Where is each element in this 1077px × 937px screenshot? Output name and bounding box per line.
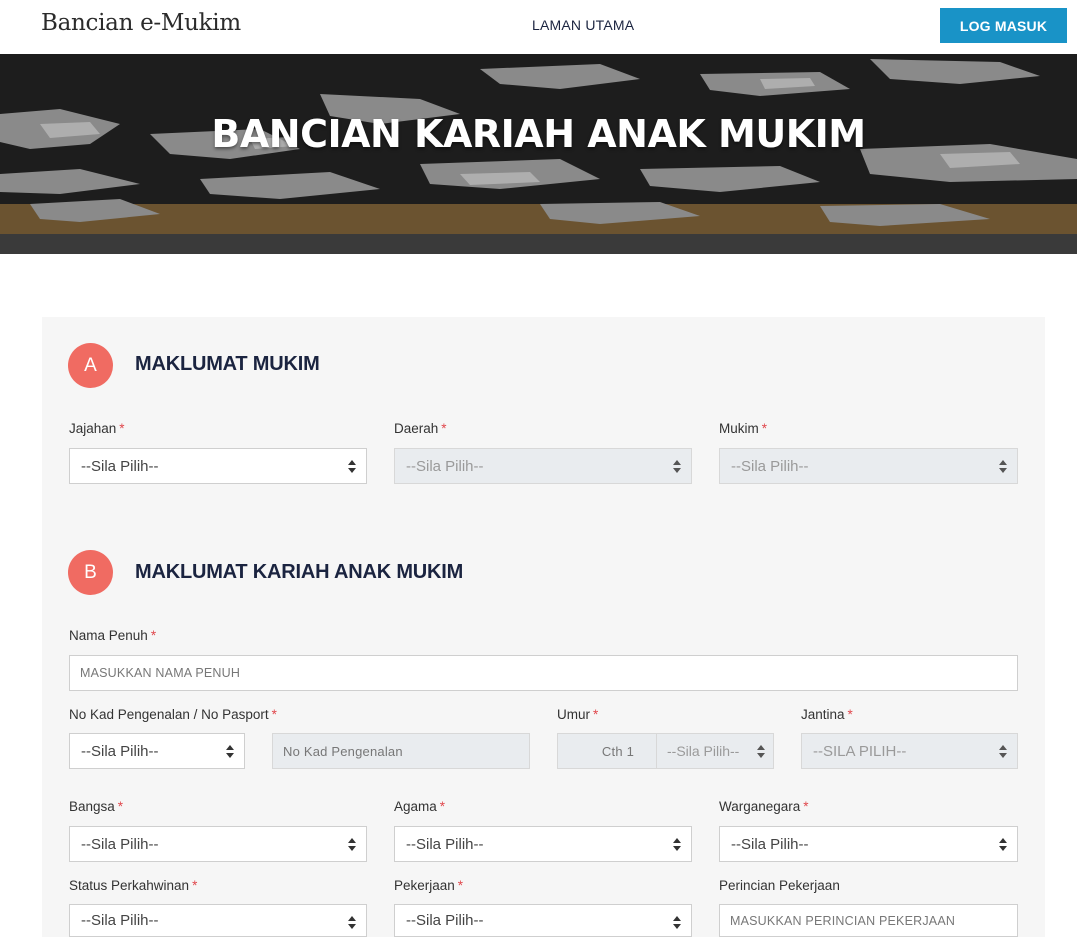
jajahan-value: --Sila Pilih-- (81, 457, 159, 475)
required-mark: * (150, 628, 157, 643)
umur-unit-select[interactable]: --Sila Pilih-- (656, 733, 774, 769)
nama-penuh-label: Nama Penuh * (69, 628, 157, 643)
required-mark: * (593, 707, 599, 722)
required-mark: * (761, 421, 768, 436)
warganegara-value: --Sila Pilih-- (731, 835, 809, 853)
agama-select[interactable]: --Sila Pilih-- (394, 826, 692, 862)
hero-title: BANCIAN KARIAH ANAK MUKIM (211, 112, 866, 156)
jajahan-label: Jajahan * (69, 421, 125, 436)
bangsa-label: Bangsa * (69, 799, 124, 814)
mukim-select[interactable]: --Sila Pilih-- (719, 448, 1018, 484)
select-arrows-icon (226, 745, 234, 758)
jantina-select[interactable]: --SILA PILIH-- (801, 733, 1018, 769)
required-mark: * (439, 799, 446, 814)
mukim-label: Mukim * (719, 421, 768, 436)
warganegara-select[interactable]: --Sila Pilih-- (719, 826, 1018, 862)
select-arrows-icon (673, 460, 681, 473)
status-perkahwinan-value: --Sila Pilih-- (81, 912, 159, 929)
select-arrows-icon (999, 838, 1007, 851)
required-mark: * (192, 878, 198, 893)
section-a-badge: A (68, 343, 113, 388)
umur-input[interactable]: Cth 1 (557, 733, 657, 769)
select-arrows-icon (348, 916, 356, 929)
section-b-badge: B (68, 550, 113, 595)
bangsa-value: --Sila Pilih-- (81, 835, 159, 853)
select-arrows-icon (999, 745, 1007, 758)
select-arrows-icon (673, 838, 681, 851)
select-arrows-icon (673, 916, 681, 929)
required-mark: * (119, 421, 125, 436)
pekerjaan-select[interactable]: --Sila Pilih-- (394, 904, 692, 937)
no-kad-label: No Kad Pengenalan / No Pasport * (69, 707, 277, 722)
status-perkahwinan-label: Status Perkahwinan * (69, 878, 198, 893)
id-type-select[interactable]: --Sila Pilih-- (69, 733, 245, 769)
warganegara-label: Warganegara * (719, 799, 809, 814)
brand-logo[interactable]: Bancian e-Mukim (41, 10, 241, 36)
jantina-label: Jantina * (801, 707, 853, 722)
agama-label: Agama * (394, 799, 446, 814)
perincian-pekerjaan-label: Perincian Pekerjaan (719, 878, 840, 893)
section-a-title: MAKLUMAT MUKIM (135, 353, 320, 375)
section-b-title: MAKLUMAT KARIAH ANAK MUKIM (135, 561, 464, 583)
required-mark: * (457, 878, 464, 893)
nav-link-home[interactable]: LAMAN UTAMA (532, 17, 634, 33)
top-navbar: Bancian e-Mukim LAMAN UTAMA LOG MASUK (0, 0, 1077, 54)
daerah-value: --Sila Pilih-- (406, 457, 484, 475)
required-mark: * (441, 421, 447, 436)
daerah-label: Daerah * (394, 421, 447, 436)
required-mark: * (271, 707, 277, 722)
select-arrows-icon (757, 745, 765, 758)
pekerjaan-label: Pekerjaan * (394, 878, 464, 893)
pekerjaan-value: --Sila Pilih-- (406, 912, 484, 929)
hero-banner: BANCIAN KARIAH ANAK MUKIM (0, 54, 1077, 254)
no-kad-input[interactable]: No Kad Pengenalan (272, 733, 530, 769)
mukim-value: --Sila Pilih-- (731, 457, 809, 475)
umur-unit-value: --Sila Pilih-- (667, 743, 740, 759)
required-mark: * (803, 799, 809, 814)
daerah-select[interactable]: --Sila Pilih-- (394, 448, 692, 484)
perincian-pekerjaan-input[interactable]: MASUKKAN PERINCIAN PEKERJAAN (719, 904, 1018, 937)
umur-label: Umur * (557, 707, 599, 722)
jantina-value: --SILA PILIH-- (813, 742, 907, 760)
nama-penuh-input[interactable]: MASUKKAN NAMA PENUH (69, 655, 1018, 691)
id-type-value: --Sila Pilih-- (81, 742, 159, 760)
bangsa-select[interactable]: --Sila Pilih-- (69, 826, 367, 862)
login-button[interactable]: LOG MASUK (940, 8, 1067, 43)
agama-value: --Sila Pilih-- (406, 835, 484, 853)
select-arrows-icon (348, 838, 356, 851)
status-perkahwinan-select[interactable]: --Sila Pilih-- (69, 904, 367, 937)
select-arrows-icon (999, 460, 1007, 473)
required-mark: * (847, 707, 853, 722)
required-mark: * (117, 799, 124, 814)
jajahan-select[interactable]: --Sila Pilih-- (69, 448, 367, 484)
select-arrows-icon (348, 460, 356, 473)
